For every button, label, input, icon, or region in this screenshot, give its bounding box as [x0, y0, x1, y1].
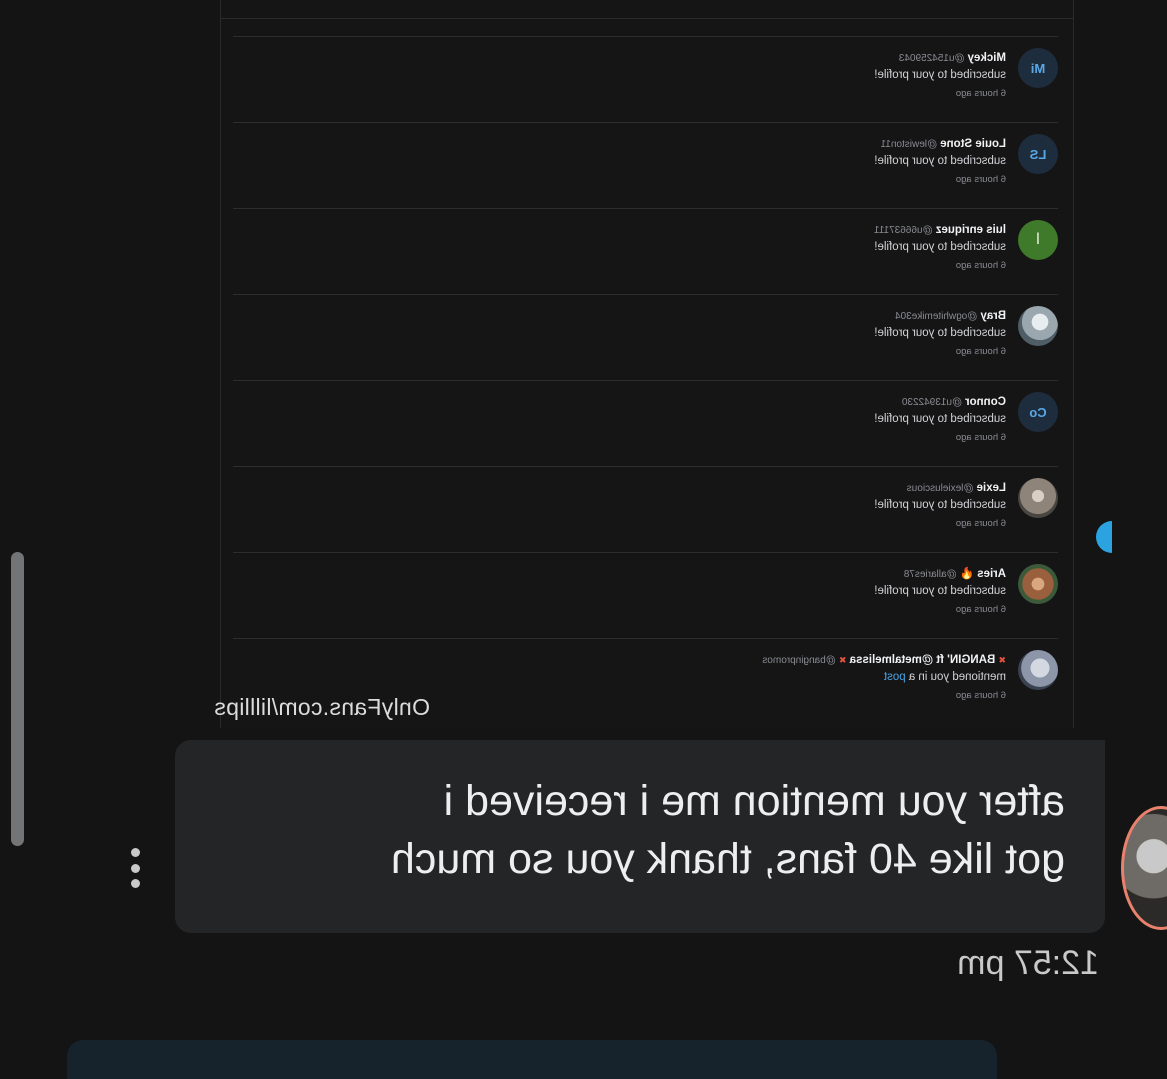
notification-text: subscribed to your profile! [874, 155, 1006, 167]
notification-item[interactable]: Co Connor@u13942230 subscribed to your pro… [233, 380, 1058, 467]
notification-time: 6 hours ago [955, 88, 1006, 99]
user-handle[interactable]: @banginpromos [762, 655, 836, 666]
unread-indicator [1096, 521, 1112, 553]
notification-item[interactable]: Aries 🔥@allaries78 subscribed to your pro… [233, 552, 1058, 639]
notification-time: 6 hours ago [955, 518, 1006, 529]
scrollbar[interactable] [11, 552, 24, 846]
notification-time: 6 hours ago [955, 174, 1006, 185]
notification-item[interactable]: l luis enriquez@u66637111 subscribed to yo… [233, 208, 1058, 295]
notification-text: mentioned you in a [908, 671, 1006, 683]
notification-text: subscribed to your profile! [874, 585, 1006, 597]
message-timestamp: 12:57 pm [957, 944, 1099, 982]
notification-body: luis enriquez@u66637111 subscribed to you… [233, 222, 1006, 274]
notification-body: Connor@u13942230 subscribed to your profi… [233, 394, 1006, 446]
avatar[interactable]: l [1018, 220, 1058, 260]
sender-avatar[interactable] [1121, 806, 1167, 930]
flag-icon: ✖ [998, 655, 1006, 665]
dot [131, 863, 141, 873]
notification-item[interactable]: Bray@ogwhitemike304 subscribed to your pr… [233, 294, 1058, 381]
message-text: after you mention me i received i got li… [390, 777, 1065, 883]
notification-time: 6 hours ago [955, 346, 1006, 357]
notification-text: subscribed to your profile! [874, 241, 1006, 253]
notification-time: 6 hours ago [955, 260, 1006, 271]
message-bubble[interactable]: after you mention me i received i got li… [175, 740, 1105, 933]
notification-body: Lexie@lexieluscious subscribed to your pr… [233, 480, 1006, 532]
user-name[interactable]: luis enriquez [936, 224, 1006, 236]
avatar[interactable]: LS [1018, 134, 1058, 174]
notification-body: Bray@ogwhitemike304 subscribed to your pr… [233, 308, 1006, 360]
user-name[interactable]: Lexie [977, 482, 1006, 494]
mirrored-view: Mi Mickey@u154259043 subscribed to your pr… [0, 0, 1167, 1079]
notification-text: subscribed to your profile! [874, 327, 1006, 339]
notification-body: Louie Stone@lewiston11 subscribed to your… [233, 136, 1006, 188]
chat-screen: Mi Mickey@u154259043 subscribed to your pr… [0, 0, 1167, 1079]
avatar[interactable] [1018, 478, 1058, 518]
notification-body: Aries 🔥@allaries78 subscribed to your pro… [233, 566, 1006, 618]
user-handle[interactable]: @lexieluscious [907, 483, 974, 494]
avatar[interactable]: Co [1018, 392, 1058, 432]
user-name[interactable]: Connor [965, 396, 1006, 408]
dot [131, 848, 141, 857]
avatar[interactable] [1018, 306, 1058, 346]
notification-time: 6 hours ago [955, 432, 1006, 443]
user-handle[interactable]: @lewiston11 [881, 139, 938, 150]
notification-text: subscribed to your profile! [874, 69, 1006, 81]
post-link[interactable]: post [884, 671, 906, 683]
shared-screenshot[interactable]: Mi Mickey@u154259043 subscribed to your pr… [220, 0, 1074, 728]
notification-item[interactable]: Mi Mickey@u154259043 subscribed to your pr… [233, 36, 1058, 123]
avatar[interactable] [1018, 650, 1058, 690]
watermark: OnlyFans.com/lilllips [214, 694, 430, 720]
dot [131, 879, 141, 888]
user-name[interactable]: Mickey [968, 52, 1006, 64]
more-options-icon[interactable] [127, 848, 145, 888]
notification-time: 6 hours ago [955, 604, 1006, 615]
avatar[interactable] [1018, 564, 1058, 604]
flag-icon: ✖ [838, 655, 847, 665]
user-handle[interactable]: @u66637111 [874, 225, 933, 236]
user-handle[interactable]: @ogwhitemike304 [895, 311, 977, 322]
user-handle[interactable]: @u154259043 [899, 53, 965, 64]
user-name[interactable]: Bray [980, 310, 1006, 322]
notification-item[interactable]: LS Louie Stone@lewiston11 subscribed to yo… [233, 122, 1058, 209]
user-handle[interactable]: @allaries78 [904, 569, 957, 580]
user-name[interactable]: Aries 🔥 [960, 568, 1006, 580]
notification-body: Mickey@u154259043 subscribed to your prof… [233, 50, 1006, 102]
notification-text: subscribed to your profile! [874, 499, 1006, 511]
avatar[interactable]: Mi [1018, 48, 1058, 88]
notification-text: subscribed to your profile! [874, 413, 1006, 425]
divider [221, 18, 1073, 19]
user-name[interactable]: BANGIN' ft @metalmelissa [850, 654, 996, 666]
notification-item[interactable]: Lexie@lexieluscious subscribed to your pr… [233, 466, 1058, 553]
user-name[interactable]: Louie Stone [940, 138, 1006, 150]
next-message-bubble[interactable] [67, 1040, 997, 1079]
user-handle[interactable]: @u13942230 [902, 397, 962, 408]
